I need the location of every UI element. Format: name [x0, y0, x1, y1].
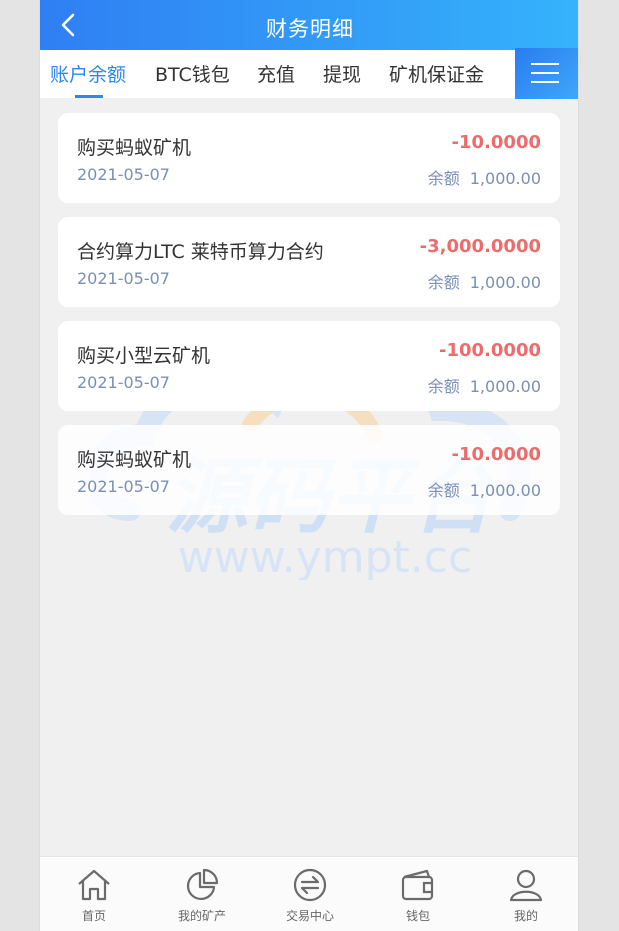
record-amount: -10.0000 [451, 444, 541, 465]
record-card[interactable]: 合约算力LTC 莱特币算力合约 2021-05-07 -3,000.0000 余… [58, 217, 560, 307]
record-balance: 余额 1,000.00 [427, 377, 541, 396]
tabbar-trade-center[interactable]: 交易中心 [256, 857, 364, 931]
user-icon [509, 869, 543, 902]
tabbar-home[interactable]: 首页 [40, 857, 148, 931]
exchange-icon [293, 868, 327, 902]
header-bar: 财务明细 [40, 0, 578, 50]
home-icon [78, 869, 110, 901]
record-card[interactable]: 购买蚂蚁矿机 2021-05-07 -10.0000 余额 1,000.00 [58, 113, 560, 203]
tabbar-my-mining[interactable]: 我的矿产 [148, 857, 256, 931]
bottom-tab-bar: 首页 我的矿产 交易中心 钱包 我的 [40, 856, 578, 931]
tab-btc-wallet[interactable]: BTC钱包 [155, 50, 230, 98]
tab-withdraw[interactable]: 提现 [323, 50, 361, 98]
record-date: 2021-05-07 [77, 269, 170, 288]
record-balance: 余额 1,000.00 [427, 273, 541, 292]
page-title: 财务明细 [266, 17, 354, 41]
record-card[interactable]: 购买蚂蚁矿机 2021-05-07 -10.0000 余额 1,000.00 [58, 425, 560, 515]
tab-recharge[interactable]: 充值 [257, 50, 295, 98]
app-frame: 财务明细 账户余额 BTC钱包 充值 提现 矿机保证金 源码平台 www.ymp… [39, 0, 579, 931]
record-name: 购买蚂蚁矿机 [77, 137, 192, 159]
menu-button[interactable] [515, 48, 578, 99]
record-amount: -3,000.0000 [419, 236, 541, 257]
tabbar-mine[interactable]: 我的 [472, 857, 578, 931]
tabbar-wallet[interactable]: 钱包 [364, 857, 472, 931]
record-balance: 余额 1,000.00 [427, 481, 541, 500]
wallet-icon [401, 869, 434, 901]
record-date: 2021-05-07 [77, 165, 170, 184]
tab-account-balance[interactable]: 账户余额 [50, 50, 126, 98]
record-balance: 余额 1,000.00 [427, 169, 541, 188]
record-amount: -10.0000 [451, 132, 541, 153]
record-name: 购买小型云矿机 [77, 345, 211, 367]
svg-text:www.ympt.cc: www.ympt.cc [178, 532, 472, 580]
record-name: 合约算力LTC 莱特币算力合约 [77, 241, 324, 263]
active-tab-indicator [75, 95, 103, 98]
tab-miner-deposit[interactable]: 矿机保证金 [389, 50, 484, 98]
menu-icon [531, 63, 559, 65]
record-name: 购买蚂蚁矿机 [77, 449, 192, 471]
record-date: 2021-05-07 [77, 373, 170, 392]
record-amount: -100.0000 [439, 340, 541, 361]
record-card[interactable]: 购买小型云矿机 2021-05-07 -100.0000 余额 1,000.00 [58, 321, 560, 411]
pie-chart-icon [187, 868, 219, 900]
record-date: 2021-05-07 [77, 477, 170, 496]
tab-bar: 账户余额 BTC钱包 充值 提现 矿机保证金 [40, 50, 578, 98]
